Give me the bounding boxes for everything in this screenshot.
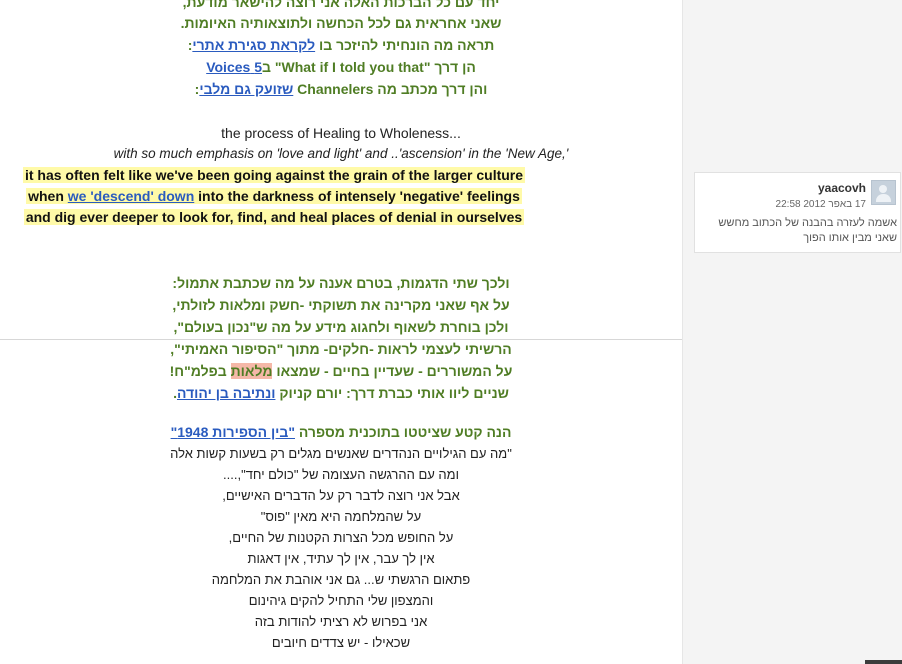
link-5-voices[interactable]: 5 Voices (206, 59, 262, 75)
comments-sidebar (682, 0, 902, 664)
highlighted-quote-line: when we 'descend' down into the darkness… (2, 188, 546, 206)
post-line: הן דרך "What if I told you that" ב5 Voic… (0, 59, 682, 75)
avatar[interactable] (871, 180, 896, 205)
quote-line: על שהמלחמה היא מאין "פוס" (260, 509, 422, 524)
line-text: into the darkness of intensely 'negative… (194, 188, 520, 204)
comment-text: אשמה לעזרה בהבנה של הכתוב מחשש שאני מבין… (718, 217, 897, 244)
post-line: תראה מה הונחיתי להיזכר בו לקראת סגירת את… (0, 37, 682, 53)
line-text: הנה קטע שציטטו (399, 424, 512, 440)
quote-line: שכאילו - יש צדדים חיובים (271, 635, 411, 650)
line-text: it has often felt like we've been going … (22, 167, 526, 183)
post-line: הרשיתי לעצמי לראות -חלקים- מתוך "הסיפור … (170, 341, 512, 357)
link-bein-hasfirot-1948[interactable]: "בין הספירות 1948" (171, 424, 295, 440)
quote-line: והמצפון שלי התחיל להקים גיהינום (248, 593, 434, 608)
link-descend-down[interactable]: we 'descend' down (68, 188, 194, 204)
line-text: when (28, 188, 68, 204)
link-closing-site[interactable]: לקראת סגירת אתרי (192, 37, 315, 53)
comment-timestamp: 17 באפר 2012 22:58 (775, 199, 866, 210)
post-line: ולכך שתי הדגמות, בטרם אענה על מה שכתבת א… (172, 275, 510, 291)
taskbar-corner (865, 660, 902, 664)
line-text: when we 'descend' down into the darkness… (26, 188, 522, 204)
post-line: שניים ליוו אותי כברת דרך: יורם קניוק ונת… (0, 385, 682, 401)
post-line: והן דרך מכתב מה Channelers שזועק גם מלבי… (0, 81, 682, 97)
post-line: ולכן בוחרת לשאוף ולחגוג מידע על מה ש"נכו… (173, 319, 509, 335)
quote-line: פתאום הרגשתי ש... גם אני אוהבת את המלחמה (211, 572, 471, 587)
quote-line: ומה עם ההרגשה העצומה של "כולם יחד",.... (223, 467, 459, 482)
quote-line: אבל אני רוצה לדבר רק על הדברים האישיים, (222, 488, 460, 503)
post-line: על אף שאני מקרינה את תשוקתי -חשק ומלאות … (172, 297, 510, 313)
link-cries-from-heart[interactable]: שזועק גם מלבי (199, 81, 293, 97)
post-line: with so much emphasis on 'love and light… (113, 146, 569, 161)
quote-line: אין לך עבר, אין לך עתיד, אין דאגות (247, 551, 435, 566)
highlighted-quote-line: and dig ever deeper to look for, find, a… (2, 209, 546, 227)
post-line: הנה קטע שציטטו בתוכנית מספרה "בין הספירו… (0, 424, 682, 440)
post-line: שאני אחראית גם לכל הכחשה ולתוצאותיה האיו… (180, 15, 502, 31)
post-line: the process of Healing to Wholeness... (221, 125, 461, 141)
highlighted-word: מלאות (230, 363, 273, 379)
post-line: על המשוררים - שעדיין בחיים - שמצאו מלאות… (0, 363, 682, 379)
quote-line: "מה עם הגילויים הנהדרים שאנשים מגלים רק … (170, 446, 512, 461)
line-text: והן דרך מכתב מה Channelers (293, 81, 488, 97)
line-text: שניים ליוו אותי כברת דרך: יורם (312, 385, 509, 401)
line-text: הן דרך "What if I told you that" ב (262, 59, 476, 75)
highlighted-quote-line: it has often felt like we've been going … (2, 167, 546, 185)
line-text: על המשוררים - שעדיין בחיים - שמצאו (272, 363, 513, 379)
line-text: תראה מה הונחיתי להיזכר בו (315, 37, 495, 53)
comment-card: yaacovh 17 באפר 2012 22:58 אשמה לעזרה בה… (694, 172, 901, 253)
link-netiva-ben-yehuda[interactable]: ונתיבה בן יהודה (177, 385, 275, 401)
comment-username[interactable]: yaacovh (818, 181, 866, 195)
line-text: קניוק (279, 385, 313, 401)
post-line: יחד עם כל הברכות האלה אני רוצה להישאר מו… (182, 0, 500, 10)
line-text: בפלמ"ח! (169, 363, 231, 379)
quote-line: על החופש מכל הצרות הקטנות של החיים, (228, 530, 454, 545)
divider (0, 339, 682, 340)
line-text: and dig ever deeper to look for, find, a… (23, 209, 525, 225)
line-text: מספרה (295, 424, 349, 440)
line-text: בתוכנית (348, 424, 400, 440)
blog-post-body: יחד עם כל הברכות האלה אני רוצה להישאר מו… (0, 0, 682, 664)
quote-line: אני בפרוש לא רציתי להודות בזה (254, 614, 428, 629)
